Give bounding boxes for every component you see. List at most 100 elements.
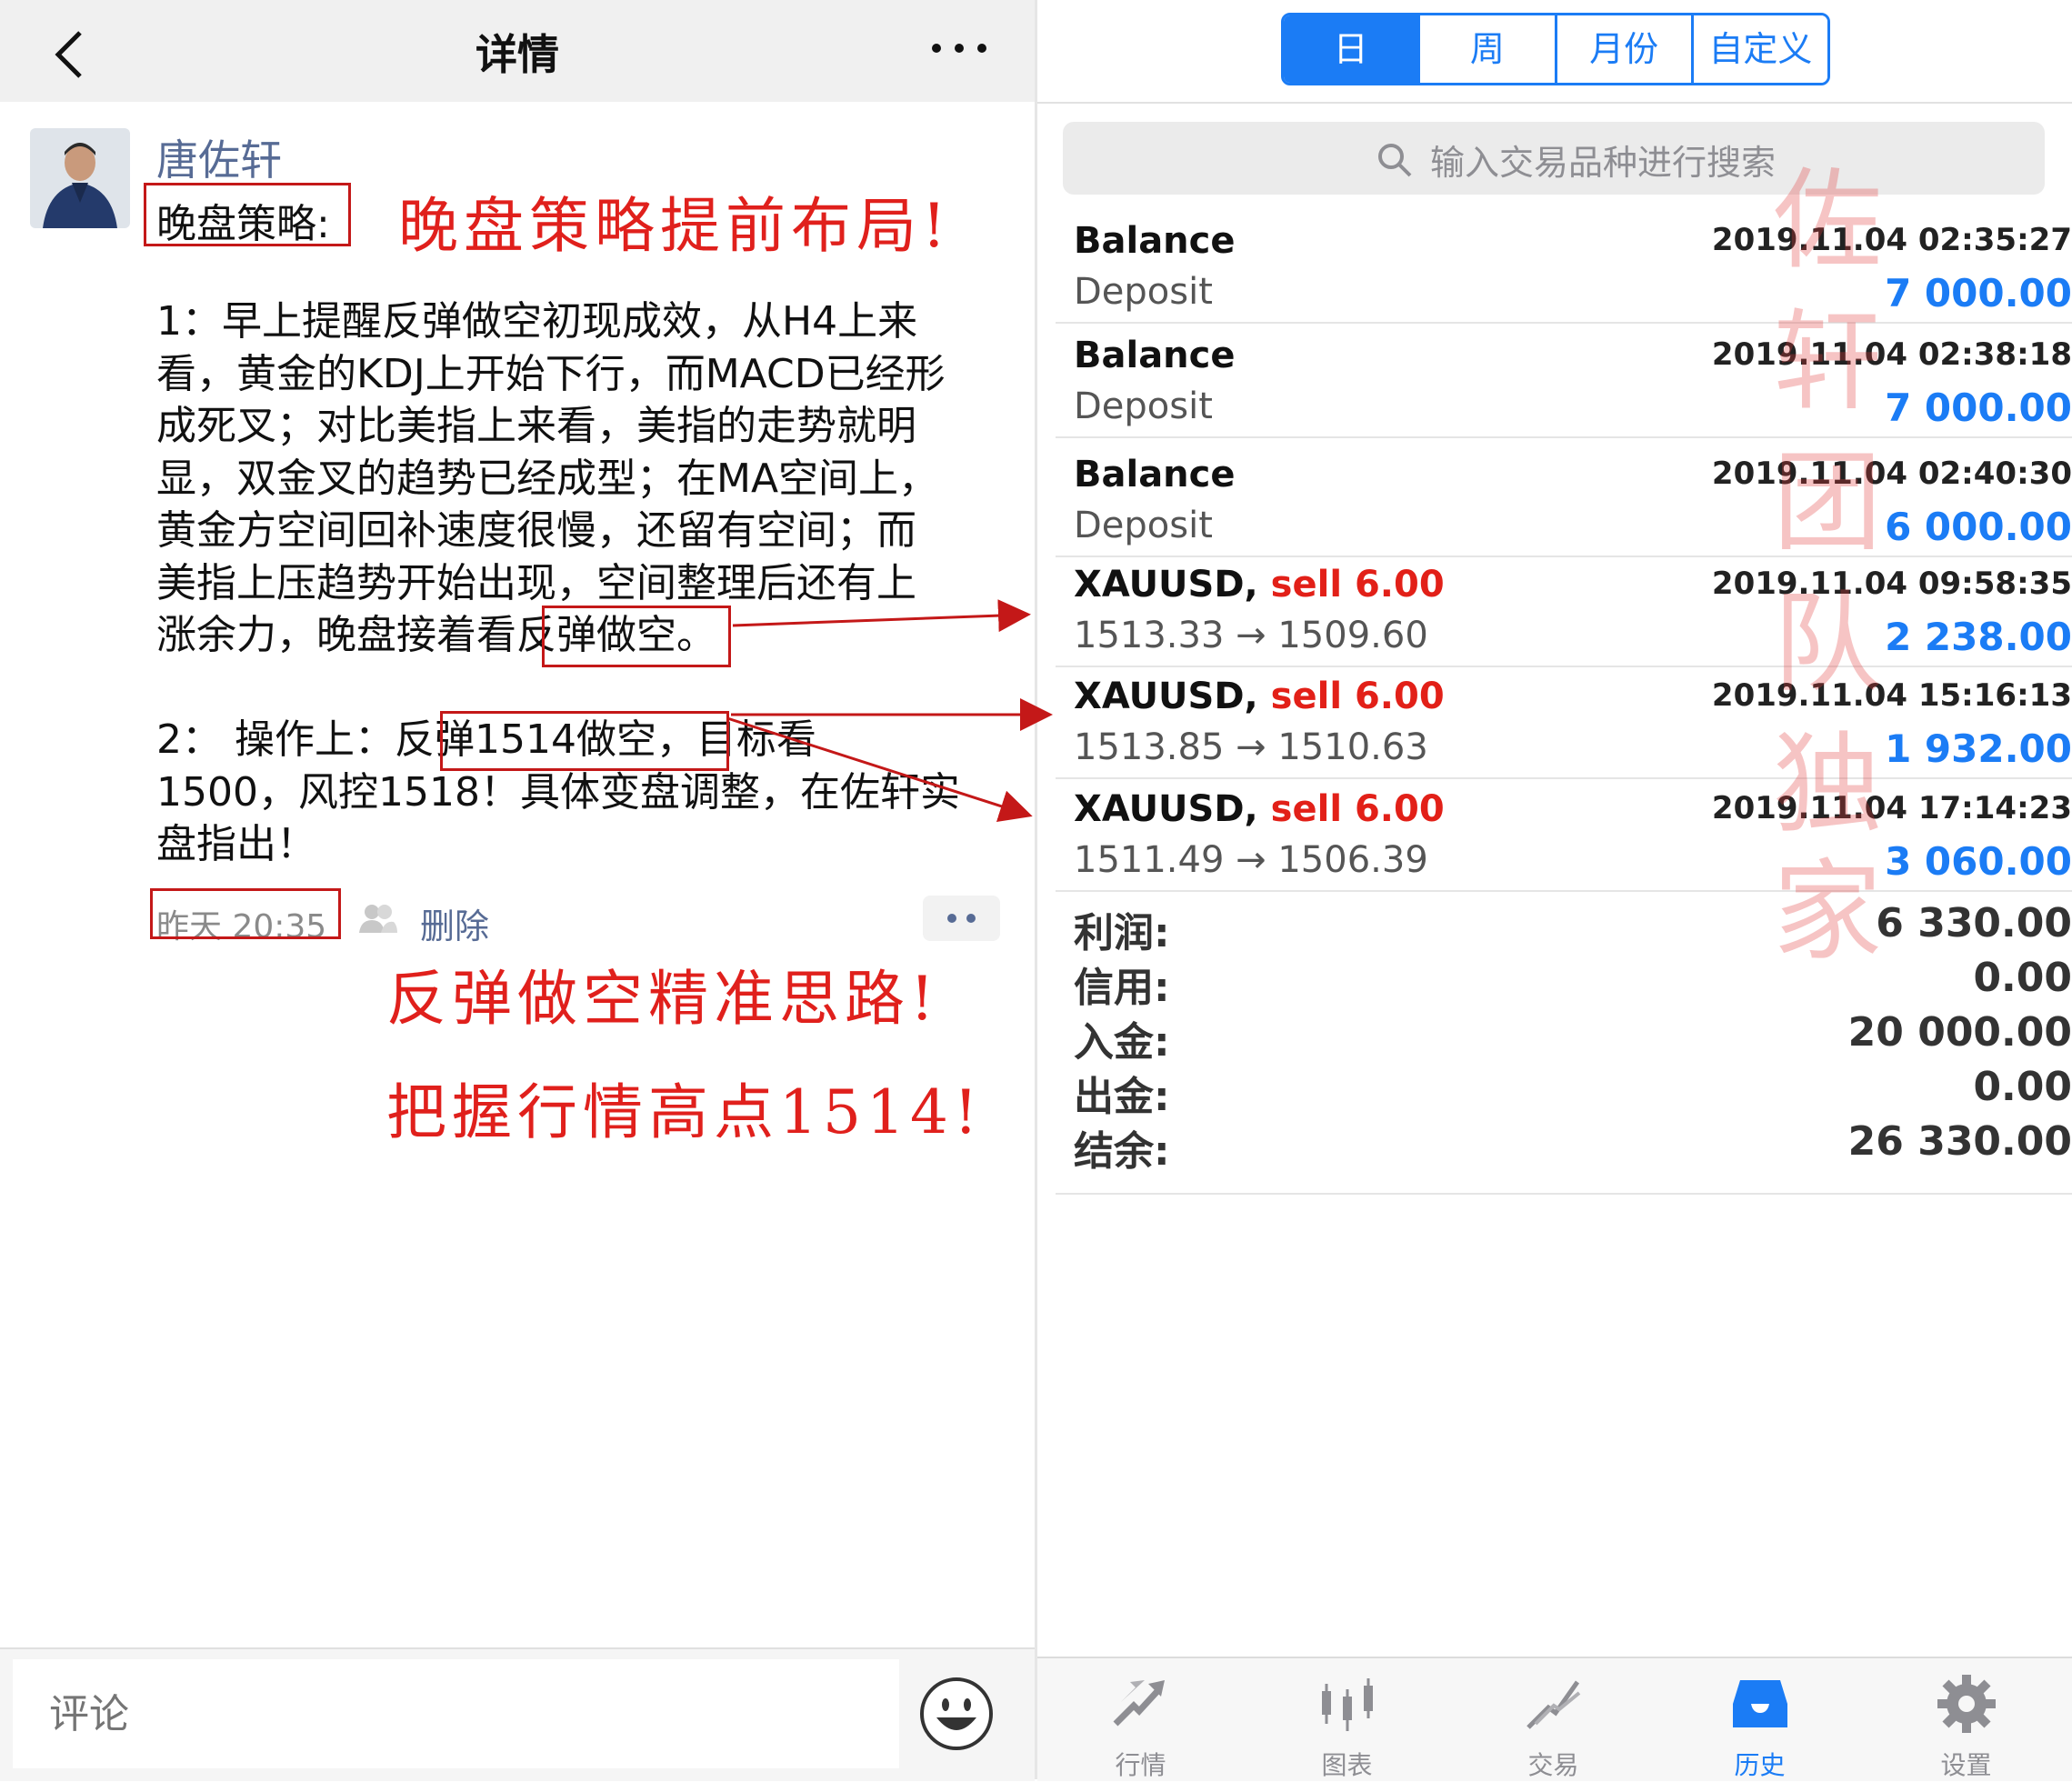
summary-value-deposit: 20 000.00 — [1847, 1009, 2072, 1056]
row-symbol: XAUUSD, — [1074, 564, 1258, 606]
quotes-icon — [1113, 1680, 1165, 1727]
tab-trade[interactable]: 交易 — [1450, 1658, 1657, 1781]
highlight-box-title — [144, 183, 351, 246]
row-detail: Deposit — [1074, 385, 1213, 427]
tab-label: 交易 — [1527, 1750, 1579, 1780]
row-symbol: XAUUSD, — [1074, 788, 1258, 830]
summary-label-profit: 利润: — [1074, 910, 1170, 956]
avatar[interactable] — [30, 128, 130, 228]
trade-icon — [1526, 1680, 1581, 1729]
tab-history[interactable]: 历史 — [1657, 1658, 1863, 1781]
settings-icon — [1937, 1675, 1996, 1733]
post-line: 盘指出！ — [156, 821, 316, 867]
tab-quotes[interactable]: 行情 — [1037, 1658, 1244, 1781]
post-line: 1500，风控1518！具体变盘调整，在佐轩实 — [156, 768, 960, 816]
row-detail: 1513.33 → 1509.60 — [1074, 615, 1428, 656]
tab-label: 历史 — [1734, 1750, 1786, 1780]
row-amount: 7 000.00 — [1885, 385, 2072, 430]
annotation-bottom: 把握行情高点1514! — [386, 1077, 984, 1147]
row-amount: 1 932.00 — [1885, 726, 2072, 771]
history-row[interactable]: Balance Deposit 2019.11.04 02:35:27 7 00… — [1056, 215, 2072, 324]
page-title: 详情 — [475, 30, 559, 79]
segment-month[interactable]: 月份 — [1557, 15, 1694, 83]
row-amount: 3 060.00 — [1885, 839, 2072, 884]
row-detail: Deposit — [1074, 271, 1213, 313]
row-time: 2019.11.04 09:58:35 — [1711, 566, 2072, 602]
tab-label: 图表 — [1321, 1750, 1373, 1780]
chart-icon — [1322, 1678, 1373, 1731]
summary-value-credit: 0.00 — [1973, 955, 2072, 1001]
emoji-icon[interactable] — [918, 1676, 995, 1752]
row-time: 2019.11.04 02:35:27 — [1711, 222, 2072, 258]
row-symbol: Balance — [1074, 335, 1236, 376]
post-line: 显，双金叉的趋势已经成型；在MA空间上， — [156, 455, 939, 502]
row-detail: 1511.49 → 1506.39 — [1074, 839, 1428, 881]
post-line: 1：早上提醒反弹做空初现成效，从H4上来 — [156, 298, 918, 345]
search-placeholder: 输入交易品种进行搜索 — [1430, 143, 1777, 183]
history-row[interactable]: XAUUSD, sell 6.00 1513.33 → 1509.60 2019… — [1056, 558, 2072, 667]
visibility-friends-icon — [359, 905, 397, 933]
delete-link[interactable]: 删除 — [420, 898, 489, 948]
annotation-middle: 反弹做空精准思路! — [386, 964, 940, 1034]
tab-label: 设置 — [1940, 1750, 1992, 1780]
row-side: sell 6.00 — [1270, 564, 1445, 606]
post-detail-panel: 详情 唐佐轩 晚盘策略: 晚盘策略提前布局! 1：早上提醒反弹做空初现成效，从H… — [0, 0, 1035, 1781]
annotation-top: 晚盘策略提前布局! — [398, 191, 952, 261]
segment-custom[interactable]: 自定义 — [1693, 15, 1827, 83]
tab-chart[interactable]: 图表 — [1244, 1658, 1450, 1781]
summary-label-deposit: 入金: — [1074, 1019, 1170, 1066]
row-time: 2019.11.04 02:40:30 — [1711, 456, 2072, 492]
history-row[interactable]: Balance Deposit 2019.11.04 02:40:30 6 00… — [1056, 448, 2072, 557]
row-symbol: Balance — [1074, 454, 1236, 496]
history-row[interactable]: XAUUSD, sell 6.00 1511.49 → 1506.39 2019… — [1056, 783, 2072, 892]
comment-input[interactable] — [13, 1659, 899, 1768]
post-line: 看，黄金的KDJ上开始下行，而MACD已经形 — [156, 350, 946, 397]
watermark-char: 佐 — [1773, 158, 1882, 285]
divider — [1037, 102, 2072, 104]
post-line: 美指上压趋势开始出现，空间整理后还有上 — [156, 559, 916, 606]
row-time: 2019.11.04 02:38:18 — [1711, 336, 2072, 373]
history-panel: 日 周 月份 自定义 输入交易品种进行搜索 Balance Deposit 20… — [1037, 0, 2072, 1781]
history-icon — [1733, 1680, 1787, 1727]
summary-value-profit: 6 330.00 — [1876, 900, 2072, 946]
history-row[interactable]: XAUUSD, sell 6.00 1513.85 → 1510.63 2019… — [1056, 670, 2072, 779]
post-line: 成死叉；对比美指上来看，美指的走势就明 — [156, 403, 916, 449]
post-line: 黄金方空间回补速度很慢，还留有空间；而 — [156, 507, 916, 554]
author-name[interactable]: 唐佐轩 — [156, 127, 282, 187]
tab-settings[interactable]: 设置 — [1863, 1658, 2069, 1781]
highlight-box-rebound-1514 — [440, 711, 729, 771]
row-side: sell 6.00 — [1270, 788, 1445, 830]
two-dots-icon — [947, 914, 976, 923]
watermark-char: 轩 — [1773, 299, 1882, 425]
summary-label-balance: 结余: — [1074, 1128, 1170, 1175]
row-amount: 6 000.00 — [1885, 505, 2072, 549]
bottom-tab-bar: 行情 图表 交易 历史 设置 — [1037, 1657, 2072, 1781]
more-options-icon[interactable] — [927, 35, 991, 62]
row-amount: 2 238.00 — [1885, 615, 2072, 659]
summary-label-credit: 信用: — [1074, 965, 1170, 1011]
summary-value-withdrawal: 0.00 — [1973, 1064, 2072, 1110]
summary-block: 利润: 6 330.00 信用: 0.00 入金: 20 000.00 出金: … — [1056, 900, 2072, 1195]
segment-week[interactable]: 周 — [1420, 15, 1557, 83]
search-input[interactable]: 输入交易品种进行搜索 — [1063, 122, 2045, 195]
highlight-box-time — [150, 888, 341, 939]
row-time: 2019.11.04 15:16:13 — [1711, 677, 2072, 714]
segment-day[interactable]: 日 — [1284, 15, 1421, 83]
row-symbol: XAUUSD, — [1074, 676, 1258, 717]
row-detail: 1513.85 → 1510.63 — [1074, 726, 1428, 768]
watermark-char: 家 — [1773, 849, 1882, 976]
comment-like-button[interactable] — [923, 896, 1000, 941]
summary-label-withdrawal: 出金: — [1074, 1074, 1170, 1120]
highlight-box-rebound-short — [542, 606, 731, 667]
tab-label: 行情 — [1115, 1750, 1166, 1780]
row-time: 2019.11.04 17:14:23 — [1711, 790, 2072, 826]
watermark-char: 团 — [1773, 440, 1882, 566]
nav-bar: 详情 — [0, 0, 1035, 102]
row-amount: 7 000.00 — [1885, 271, 2072, 315]
row-symbol: Balance — [1074, 220, 1236, 262]
row-detail: Deposit — [1074, 505, 1213, 546]
summary-value-balance: 26 330.00 — [1847, 1118, 2072, 1165]
search-icon — [1378, 144, 1412, 177]
period-segmented-control: 日 周 月份 自定义 — [1281, 13, 1830, 85]
history-row[interactable]: Balance Deposit 2019.11.04 02:38:18 7 00… — [1056, 329, 2072, 438]
